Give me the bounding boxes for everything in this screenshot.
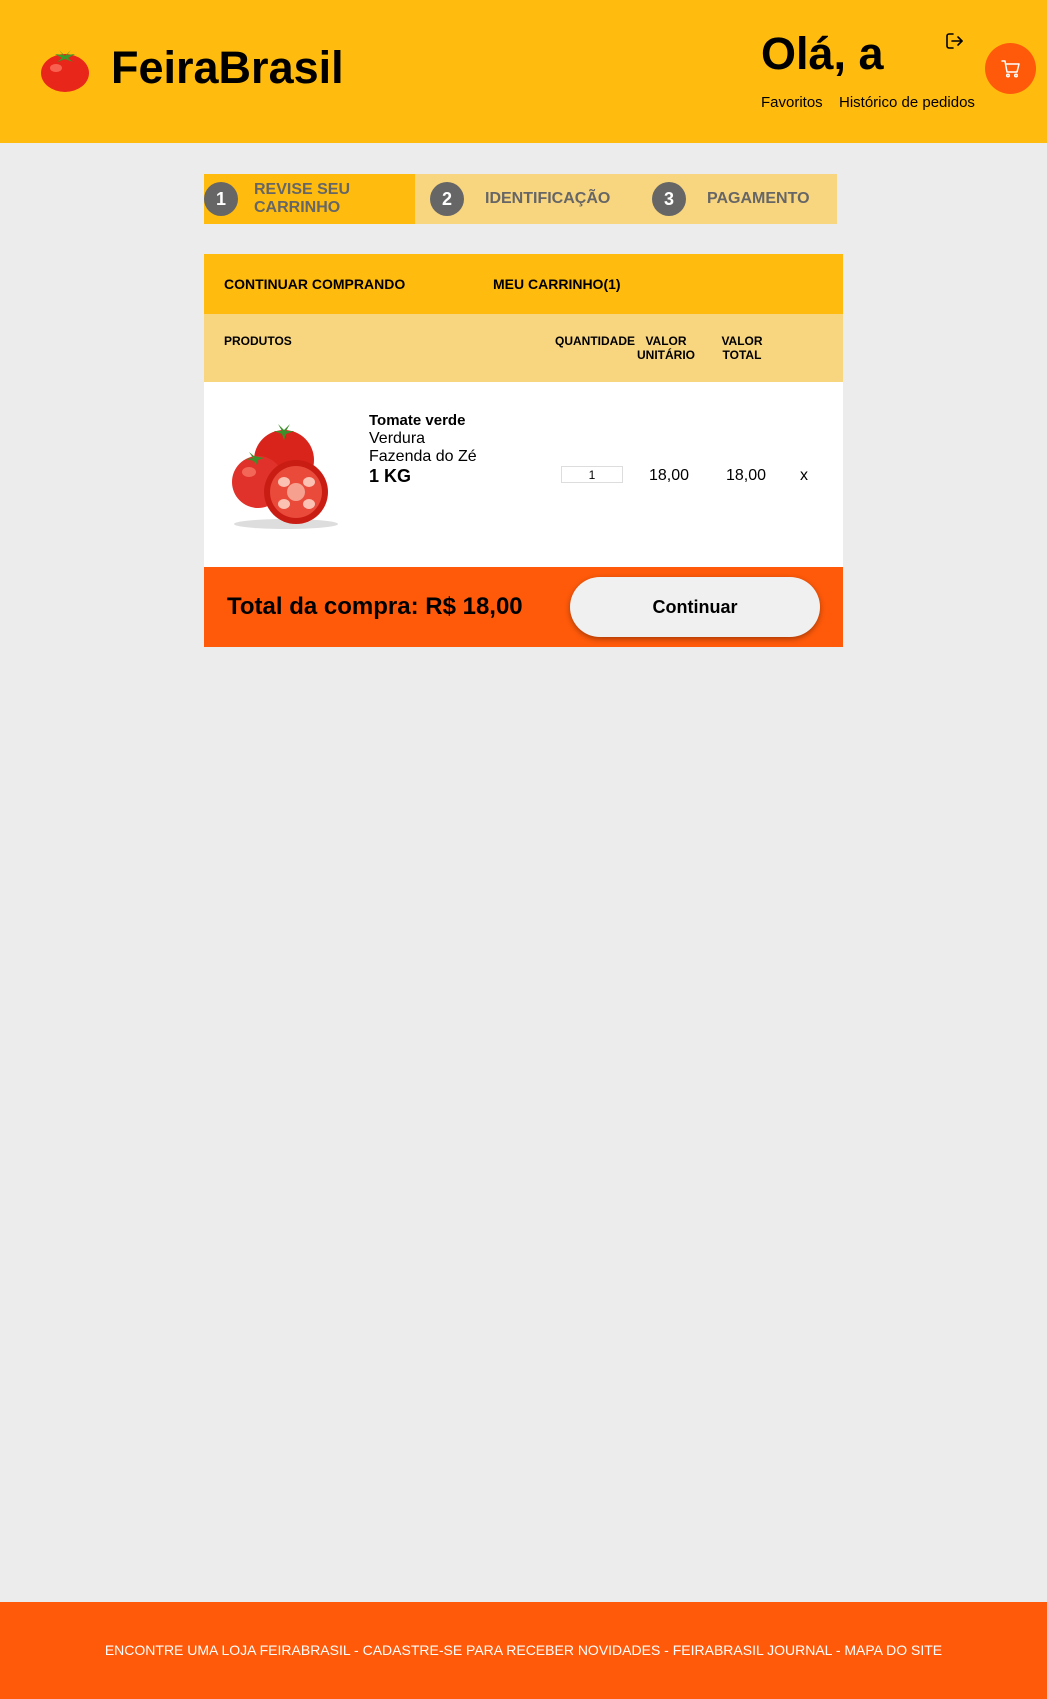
logout-icon[interactable] [944,30,966,52]
col-total-value: VALOR TOTAL [721,334,763,362]
col-quantity: QUANTIDADE [555,334,635,348]
cart-button[interactable] [985,43,1036,94]
tomato-icon[interactable] [39,44,91,94]
continue-shopping-link[interactable]: CONTINUAR COMPRANDO [224,276,405,292]
footer-links[interactable]: ENCONTRE UMA LOJA FEIRABRASIL - CADASTRE… [0,1642,1047,1658]
order-history-link[interactable]: Histórico de pedidos [839,94,975,112]
step-number-3: 3 [652,182,686,216]
purchase-total: Total da compra: R$ 18,00 [227,593,523,620]
brand-name[interactable]: FeiraBrasil [111,42,344,94]
product-image [232,424,338,529]
remove-item-button[interactable]: x [800,466,808,485]
quantity-input[interactable] [561,466,623,483]
checkout-steps: 1 REVISE SEU CARRINHO 2 IDENTIFICAÇÃO 3 … [204,174,837,224]
col-products: PRODUTOS [224,334,292,348]
greeting-text: Olá, a [761,28,884,79]
cart-total-bar: Total da compra: R$ 18,00 Continuar [204,567,843,647]
step-label-2: IDENTIFICAÇÃO [485,190,611,207]
product-farm: Fazenda do Zé [369,448,477,465]
total-value: 18,00 [726,467,767,484]
cart-top-bar: CONTINUAR COMPRANDO MEU CARRINHO(1) [204,254,843,314]
favorites-link[interactable]: Favoritos [761,94,823,112]
site-header: FeiraBrasil Olá, a Favoritos Histórico d… [0,0,1047,143]
product-unit: 1 KG [369,466,412,486]
product-name[interactable]: Tomate verde [369,412,465,430]
cart-table-header: PRODUTOS QUANTIDADE VALOR UNITÁRIO VALOR… [204,314,843,382]
step-label-1: REVISE SEU CARRINHO [254,181,351,216]
step-label-3: PAGAMENTO [707,190,810,207]
site-footer: ENCONTRE UMA LOJA FEIRABRASIL - CADASTRE… [0,1602,1047,1699]
unit-value: 18,00 [649,467,690,484]
col-unit-value: VALOR UNITÁRIO [637,334,695,362]
continue-button[interactable]: Continuar [570,577,820,637]
my-cart-link[interactable]: MEU CARRINHO(1) [493,276,621,292]
step-number-2: 2 [430,182,464,216]
cart-item-row: Tomate verde Verdura Fazenda do Zé 1 KG … [204,382,843,567]
product-category: Verdura [369,430,426,447]
cart-icon [1000,59,1020,78]
step-number-1: 1 [204,182,238,216]
